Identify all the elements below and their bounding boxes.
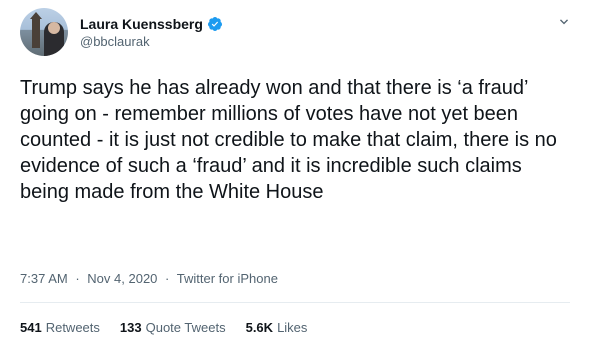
tweet-source[interactable]: Twitter for iPhone <box>177 271 278 286</box>
chevron-down-icon[interactable] <box>556 14 572 30</box>
avatar-face <box>48 22 60 34</box>
verified-badge-icon <box>207 16 222 31</box>
likes-label: Likes <box>277 320 308 335</box>
quote-tweets-count: 133 <box>119 320 142 335</box>
tweet-meta: 7:37 AM · Nov 4, 2020 · Twitter for iPho… <box>20 271 278 286</box>
tweet-text: Trump says he has already won and that t… <box>20 77 557 203</box>
tweet-header: Laura Kuenssberg @bbclaurak <box>20 8 223 56</box>
retweets-label: Retweets <box>45 320 100 335</box>
author-handle[interactable]: @bbclaurak <box>80 34 223 49</box>
quote-tweets-label: Quote Tweets <box>145 320 226 335</box>
likes-stat[interactable]: 5.6K Likes <box>246 320 308 335</box>
tweet-time[interactable]: 7:37 AM <box>20 271 68 286</box>
meta-separator: · <box>75 271 80 286</box>
avatar[interactable] <box>20 8 68 56</box>
divider <box>20 302 570 303</box>
tweet-stats: 541 Retweets 133 Quote Tweets 5.6K Likes <box>20 320 327 335</box>
tweet-date[interactable]: Nov 4, 2020 <box>87 271 157 286</box>
retweets-stat[interactable]: 541 Retweets <box>20 320 100 335</box>
retweets-count: 541 <box>20 320 42 335</box>
meta-separator: · <box>165 271 170 286</box>
author-info: Laura Kuenssberg @bbclaurak <box>80 16 223 49</box>
likes-count: 5.6K <box>245 320 274 335</box>
name-row: Laura Kuenssberg <box>80 16 223 32</box>
tweet-card: Laura Kuenssberg @bbclaurak Trump says h… <box>0 0 590 350</box>
quote-tweets-stat[interactable]: 133 Quote Tweets <box>120 320 226 335</box>
display-name[interactable]: Laura Kuenssberg <box>80 16 203 32</box>
avatar-tower <box>30 12 42 48</box>
